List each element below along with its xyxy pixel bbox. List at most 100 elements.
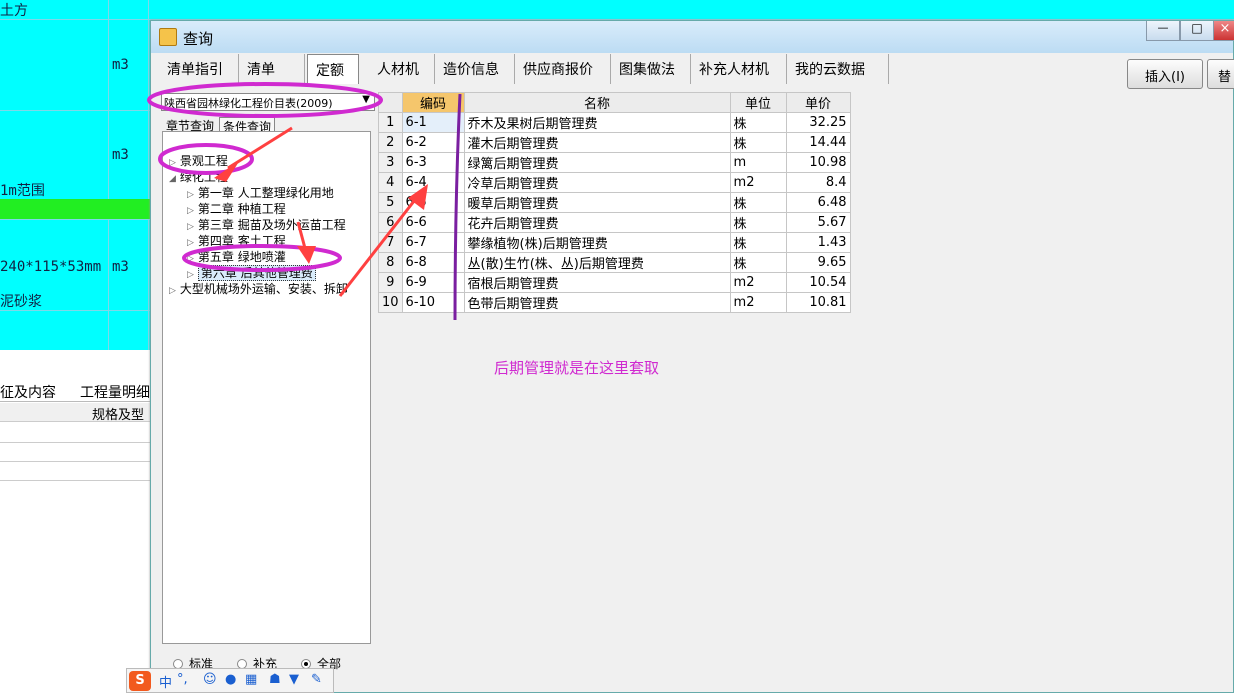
table-row[interactable]: 4 6-4 冷草后期管理费 m2 8.4 [378, 172, 851, 193]
tab-extra-materials[interactable]: 补充人材机 [691, 54, 787, 84]
price-cell[interactable]: 10.98 [785, 152, 851, 173]
name-cell[interactable]: 灌木后期管理费 [463, 132, 731, 153]
price-cell[interactable]: 5.67 [785, 212, 851, 233]
table-row[interactable]: 7 6-7 攀缘植物(株)后期管理费株 1.43 [378, 232, 851, 253]
tab-cost-info[interactable]: 造价信息 [435, 54, 515, 84]
row-number[interactable]: 8 [378, 252, 403, 273]
tree-node-greening[interactable]: ◢ 绿化工程 [169, 168, 228, 185]
code-cell[interactable]: 6-9 [401, 272, 465, 293]
tab-quantity-detail[interactable]: 工程量明细 [80, 382, 150, 402]
row-number[interactable]: 7 [378, 232, 403, 253]
bg-cell-unit[interactable]: m3 [112, 147, 129, 163]
bg-cell-unit[interactable]: m3 [112, 259, 129, 275]
row-number[interactable]: 10 [378, 292, 403, 313]
tree-node-ch6[interactable]: ▷ 第六章 后其他管理费 [187, 264, 316, 281]
price-cell[interactable]: 32.25 [785, 112, 851, 133]
unit-cell[interactable]: 株 [729, 252, 787, 273]
unit-cell[interactable]: 株 [729, 212, 787, 233]
collapse-icon[interactable]: ◢ [169, 174, 176, 184]
name-cell[interactable]: 色带后期管理费 [463, 292, 731, 313]
price-cell[interactable]: 14.44 [785, 132, 851, 153]
table-row[interactable]: 6 6-6 花卉后期管理费株 5.67 [378, 212, 851, 233]
bg-cell-text[interactable]: 240*115*53mm [0, 259, 101, 275]
table-row[interactable]: 9 6-9 宿根后期管理费 m2 10.54 [378, 272, 851, 293]
expand-icon[interactable]: ▷ [187, 270, 194, 280]
col-price-header[interactable]: 单价 [785, 92, 851, 113]
unit-cell[interactable]: m2 [729, 292, 787, 313]
tree-node-ch3[interactable]: ▷ 第三章 掘苗及场外运苗工程 [187, 216, 346, 233]
insert-button[interactable]: 插入(I) [1127, 59, 1203, 89]
price-cell[interactable]: 1.43 [785, 232, 851, 253]
unit-cell[interactable]: 株 [729, 232, 787, 253]
col-code-header[interactable]: 编码 [401, 92, 465, 113]
code-cell[interactable]: 6-3 [401, 152, 465, 173]
tree-node-ch5[interactable]: ▷ 第五章 绿地喷灌 [187, 248, 286, 265]
unit-cell[interactable]: m [729, 152, 787, 173]
shirt-icon[interactable]: ▼ [289, 672, 299, 687]
price-cell[interactable]: 9.65 [785, 252, 851, 273]
expand-icon[interactable]: ▷ [169, 286, 176, 296]
bg-cell-unit[interactable]: m3 [112, 57, 129, 73]
bottom-row[interactable] [0, 443, 150, 462]
row-number[interactable]: 1 [378, 112, 403, 133]
bottom-row[interactable] [0, 424, 150, 443]
code-cell[interactable]: 6-1 [401, 112, 465, 133]
minimize-button[interactable]: — [1146, 21, 1180, 41]
name-cell[interactable]: 宿根后期管理费 [463, 272, 731, 293]
code-cell[interactable]: 6-4 [401, 172, 465, 193]
name-cell[interactable]: 丛(散)生竹(株、丛)后期管理费 [463, 252, 731, 273]
close-button[interactable]: × [1213, 21, 1234, 41]
row-number[interactable]: 3 [378, 152, 403, 173]
price-cell[interactable]: 10.54 [785, 272, 851, 293]
name-cell[interactable]: 暖草后期管理费 [463, 192, 731, 213]
tree-node-landscape[interactable]: ▷ 景观工程 [169, 152, 228, 169]
sogou-logo-icon[interactable]: S [129, 671, 151, 691]
replace-button[interactable]: 替 [1207, 59, 1234, 89]
bg-cell-text[interactable]: 泥砂浆 [0, 291, 42, 311]
tree-node-machinery[interactable]: ▷ 大型机械场外运输、安装、拆卸 [169, 280, 348, 297]
expand-icon[interactable]: ▷ [169, 158, 176, 168]
tab-cloud-data[interactable]: 我的云数据 [787, 54, 889, 84]
tree-node-ch1[interactable]: ▷ 第一章 人工整理绿化用地 [187, 184, 334, 201]
code-cell[interactable]: 6-5 [401, 192, 465, 213]
expand-icon[interactable]: ▷ [187, 222, 194, 232]
title-bar[interactable]: 查询 — □ × [151, 21, 1234, 53]
table-row[interactable]: 8 6-8 丛(散)生竹(株、丛)后期管理费株 9.65 [378, 252, 851, 273]
user-icon[interactable]: ☗ [269, 672, 281, 687]
bg-cell-text[interactable]: 土方 [0, 0, 28, 20]
unit-cell[interactable]: m2 [729, 172, 787, 193]
col-name-header[interactable]: 名称 [463, 92, 731, 113]
unit-cell[interactable]: 株 [729, 132, 787, 153]
tree-node-ch4[interactable]: ▷ 第四章 客土工程 [187, 232, 286, 249]
unit-cell[interactable]: m2 [729, 272, 787, 293]
punctuation-toggle[interactable]: °, [177, 672, 188, 687]
tab-atlas-method[interactable]: 图集做法 [611, 54, 691, 84]
col-unit-header[interactable]: 单位 [729, 92, 787, 113]
unit-cell[interactable]: 株 [729, 112, 787, 133]
name-cell[interactable]: 攀缘植物(株)后期管理费 [463, 232, 731, 253]
tab-features[interactable]: 征及内容 [0, 382, 56, 402]
wrench-icon[interactable]: ✎ [311, 672, 322, 687]
smile-icon[interactable]: ☺ [203, 672, 217, 687]
bg-cell-text[interactable]: 1m范围 [0, 180, 45, 200]
maximize-button[interactable]: □ [1180, 21, 1214, 41]
code-cell[interactable]: 6-6 [401, 212, 465, 233]
unit-cell[interactable]: 株 [729, 192, 787, 213]
code-cell[interactable]: 6-2 [401, 132, 465, 153]
expand-icon[interactable]: ▷ [187, 254, 194, 264]
dropdown-arrow-icon[interactable]: ▼ [362, 94, 370, 105]
code-cell[interactable]: 6-8 [401, 252, 465, 273]
tab-bill-guide[interactable]: 清单指引 [159, 54, 239, 84]
keyboard-icon[interactable]: ▦ [245, 672, 257, 687]
name-cell[interactable]: 冷草后期管理费 [463, 172, 731, 193]
table-row[interactable]: 3 6-3 绿篱后期管理费 m 10.98 [378, 152, 851, 173]
name-cell[interactable]: 花卉后期管理费 [463, 212, 731, 233]
mic-icon[interactable]: ● [225, 672, 236, 687]
expand-icon[interactable]: ▷ [187, 238, 194, 248]
name-cell[interactable]: 乔木及果树后期管理费 [463, 112, 731, 133]
tab-quota[interactable]: 定额 [307, 54, 359, 84]
name-cell[interactable]: 绿篱后期管理费 [463, 152, 731, 173]
tab-materials[interactable]: 人材机 [369, 54, 435, 84]
row-number[interactable]: 4 [378, 172, 403, 193]
table-row[interactable]: 2 6-2 灌木后期管理费株 14.44 [378, 132, 851, 153]
